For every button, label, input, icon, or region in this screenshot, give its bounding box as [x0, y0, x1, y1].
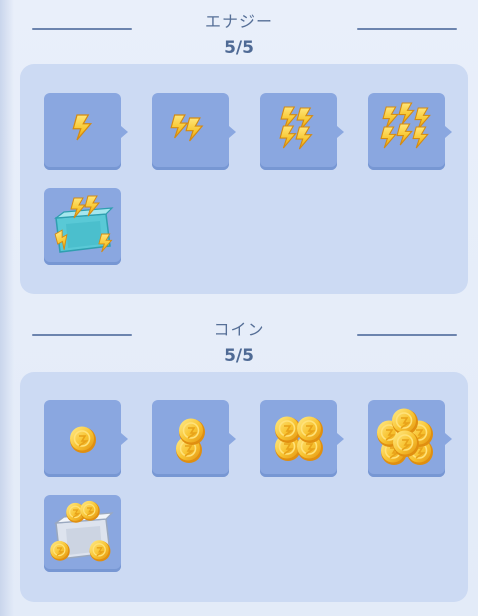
coin-1-icon — [69, 425, 97, 454]
section-title: コイン — [213, 320, 265, 339]
coin-section-header: コイン 5/5 — [0, 312, 478, 372]
chain-arrow — [445, 433, 452, 445]
energy-1-icon — [72, 114, 92, 141]
chain-arrow — [445, 126, 452, 138]
section-count: 5/5 — [224, 346, 254, 366]
chain-arrow — [121, 126, 128, 138]
energy-crate-tile[interactable] — [44, 188, 121, 265]
energy-3-icon — [279, 106, 314, 150]
energy-4-icon — [380, 102, 431, 149]
section-title: エナジー — [204, 12, 273, 31]
energy-1-tile[interactable] — [44, 93, 121, 170]
energy-section-header: エナジー 5/5 — [0, 4, 478, 64]
coin-3-icon — [274, 415, 324, 462]
coin-2-tile[interactable] — [152, 400, 229, 477]
energy-panel — [20, 64, 468, 294]
chain-arrow — [229, 126, 236, 138]
energy-crate-icon — [52, 195, 114, 253]
coin-3-tile[interactable] — [260, 400, 337, 477]
energy-3-tile[interactable] — [260, 93, 337, 170]
coin-2-icon — [175, 417, 206, 464]
energy-4-tile[interactable] — [368, 93, 445, 170]
coin-crate-tile[interactable] — [44, 495, 121, 572]
coin-crate-icon — [49, 500, 114, 563]
energy-2-tile[interactable] — [152, 93, 229, 170]
left-edge-shade — [0, 0, 14, 616]
chain-arrow — [337, 433, 344, 445]
chain-arrow — [121, 433, 128, 445]
chain-arrow — [229, 433, 236, 445]
section-count: 5/5 — [224, 38, 254, 58]
coin-panel — [20, 372, 468, 602]
chain-arrow — [337, 126, 344, 138]
coin-4-icon — [376, 407, 434, 466]
coin-1-tile[interactable] — [44, 400, 121, 477]
coin-4-tile[interactable] — [368, 400, 445, 477]
energy-2-icon — [170, 114, 203, 142]
